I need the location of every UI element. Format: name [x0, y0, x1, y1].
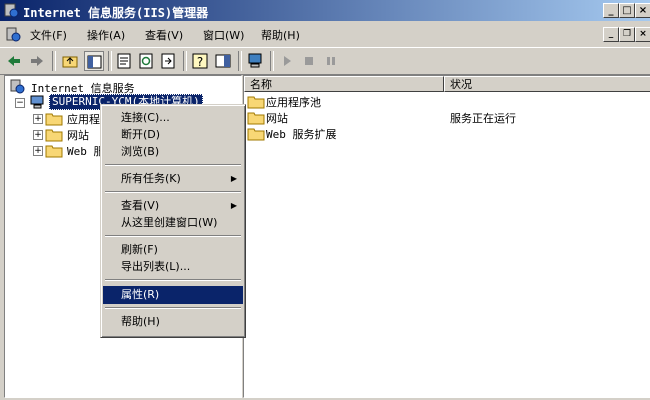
minimize-button[interactable]: _	[603, 3, 619, 18]
mmc-icon[interactable]	[5, 26, 21, 42]
websites-expand-toggle[interactable]: +	[33, 130, 43, 140]
refresh-button[interactable]	[136, 51, 156, 71]
ctx-properties[interactable]: 属性(R)	[103, 286, 243, 304]
list-item-status: 服务正在运行	[450, 112, 516, 125]
web-service-ext-expand-toggle[interactable]: +	[33, 146, 43, 156]
ctx-help[interactable]: 帮助(H)	[103, 313, 243, 331]
start-button[interactable]	[277, 51, 297, 71]
menu-action[interactable]: 操作(A)	[87, 27, 125, 43]
toolbar: ?	[0, 47, 650, 75]
pause-icon	[327, 57, 335, 65]
tree-item-app-pools[interactable]: 应用程	[67, 111, 100, 127]
forward-button[interactable]	[27, 51, 47, 71]
folder-icon	[45, 129, 63, 142]
svg-text:?: ?	[197, 55, 203, 69]
menu-help[interactable]: 帮助(H)	[261, 27, 300, 43]
refresh-icon	[139, 53, 153, 69]
menu-view[interactable]: 查看(V)	[145, 27, 183, 43]
tree-item-web-service-ext[interactable]: Web 服	[67, 143, 105, 159]
toolbar-separator	[270, 51, 274, 71]
ctx-view[interactable]: 查看(V) ▶	[103, 197, 243, 215]
ctx-new-window-from-here[interactable]: 从这里创建窗口(W)	[103, 214, 243, 232]
export-list-icon	[161, 53, 175, 69]
folder-icon	[45, 113, 63, 126]
computer-button[interactable]	[245, 51, 265, 71]
folder-icon	[45, 145, 63, 158]
column-header-status[interactable]: 状况	[444, 76, 650, 92]
server-computer-icon	[30, 95, 44, 109]
toolbar-separator	[238, 51, 242, 71]
up-level-button[interactable]	[60, 51, 80, 71]
list-item-name: 网站	[266, 112, 288, 125]
mdi-restore-button[interactable]: ❐	[619, 27, 635, 42]
tree-item-websites[interactable]: 网站	[67, 127, 89, 143]
properties-button[interactable]	[114, 51, 134, 71]
ctx-refresh[interactable]: 刷新(F)	[103, 241, 243, 259]
title-bar[interactable]: Internet 信息服务(IIS)管理器 _ □ ×	[0, 0, 650, 21]
action-pane-icon	[215, 54, 231, 68]
context-menu: 连接(C)... 断开(D) 浏览(B) 所有任务(K) ▶ 查看(V) ▶ 从…	[100, 104, 246, 338]
forward-arrow-icon	[31, 56, 43, 66]
list-item-name: Web 服务扩展	[266, 128, 337, 141]
console-tree-icon	[87, 55, 102, 69]
folder-up-icon	[62, 56, 78, 68]
folder-icon	[247, 128, 265, 141]
column-header-name[interactable]: 名称	[244, 76, 444, 92]
submenu-arrow-icon: ▶	[230, 201, 237, 210]
iis-manager-window: Internet 信息服务(IIS)管理器 _ □ × 文件(F) 操作(A) …	[0, 0, 650, 400]
play-icon	[284, 56, 291, 66]
show-hide-action-pane-button[interactable]	[213, 51, 233, 71]
menu-file[interactable]: 文件(F)	[30, 27, 67, 43]
details-list-pane[interactable]: 名称 状况 应用程序池 网站 服务正在运行 Web 服务扩展	[243, 75, 650, 398]
ctx-separator	[105, 307, 241, 309]
window-title: Internet 信息服务(IIS)管理器	[23, 6, 209, 20]
ctx-browse[interactable]: 浏览(B)	[103, 143, 243, 161]
ctx-separator	[105, 164, 241, 166]
list-item-name: 应用程序池	[266, 96, 321, 109]
ctx-all-tasks[interactable]: 所有任务(K) ▶	[103, 170, 243, 188]
list-item[interactable]: 应用程序池	[244, 93, 644, 109]
app-pools-expand-toggle[interactable]: +	[33, 114, 43, 124]
help-icon: ?	[192, 53, 208, 69]
submenu-arrow-icon: ▶	[230, 174, 237, 183]
mdi-close-button[interactable]: ×	[635, 27, 650, 42]
computer-icon	[248, 53, 262, 68]
iis-app-icon	[4, 3, 19, 18]
list-item[interactable]: 网站 服务正在运行	[244, 109, 644, 125]
help-button[interactable]: ?	[190, 51, 210, 71]
toolbar-separator	[183, 51, 187, 71]
ctx-connect[interactable]: 连接(C)...	[103, 109, 243, 127]
ctx-separator	[105, 235, 241, 237]
pause-button[interactable]	[321, 51, 341, 71]
ctx-disconnect[interactable]: 断开(D)	[103, 126, 243, 144]
mdi-minimize-button[interactable]: _	[603, 27, 619, 42]
close-button[interactable]: ×	[635, 3, 650, 18]
ctx-export-list[interactable]: 导出列表(L)...	[103, 258, 243, 276]
properties-icon	[117, 53, 131, 69]
show-console-tree-button[interactable]	[84, 51, 104, 71]
stop-button[interactable]	[299, 51, 319, 71]
server-collapse-toggle[interactable]: −	[15, 98, 25, 108]
back-arrow-icon	[8, 56, 20, 66]
ctx-separator	[105, 279, 241, 281]
menu-bar: 文件(F) 操作(A) 查看(V) 窗口(W) 帮助(H) _ ❐ ×	[0, 22, 650, 46]
back-button[interactable]	[4, 51, 24, 71]
folder-icon	[247, 96, 265, 109]
list-item[interactable]: Web 服务扩展	[244, 125, 644, 141]
menu-window[interactable]: 窗口(W)	[203, 27, 244, 43]
stop-icon	[305, 57, 313, 65]
toolbar-separator	[108, 51, 112, 71]
maximize-button[interactable]: □	[619, 3, 635, 18]
ctx-separator	[105, 191, 241, 193]
folder-icon	[247, 112, 265, 125]
iis-root-icon	[10, 79, 25, 94]
toolbar-separator	[52, 51, 56, 71]
export-list-button[interactable]	[158, 51, 178, 71]
